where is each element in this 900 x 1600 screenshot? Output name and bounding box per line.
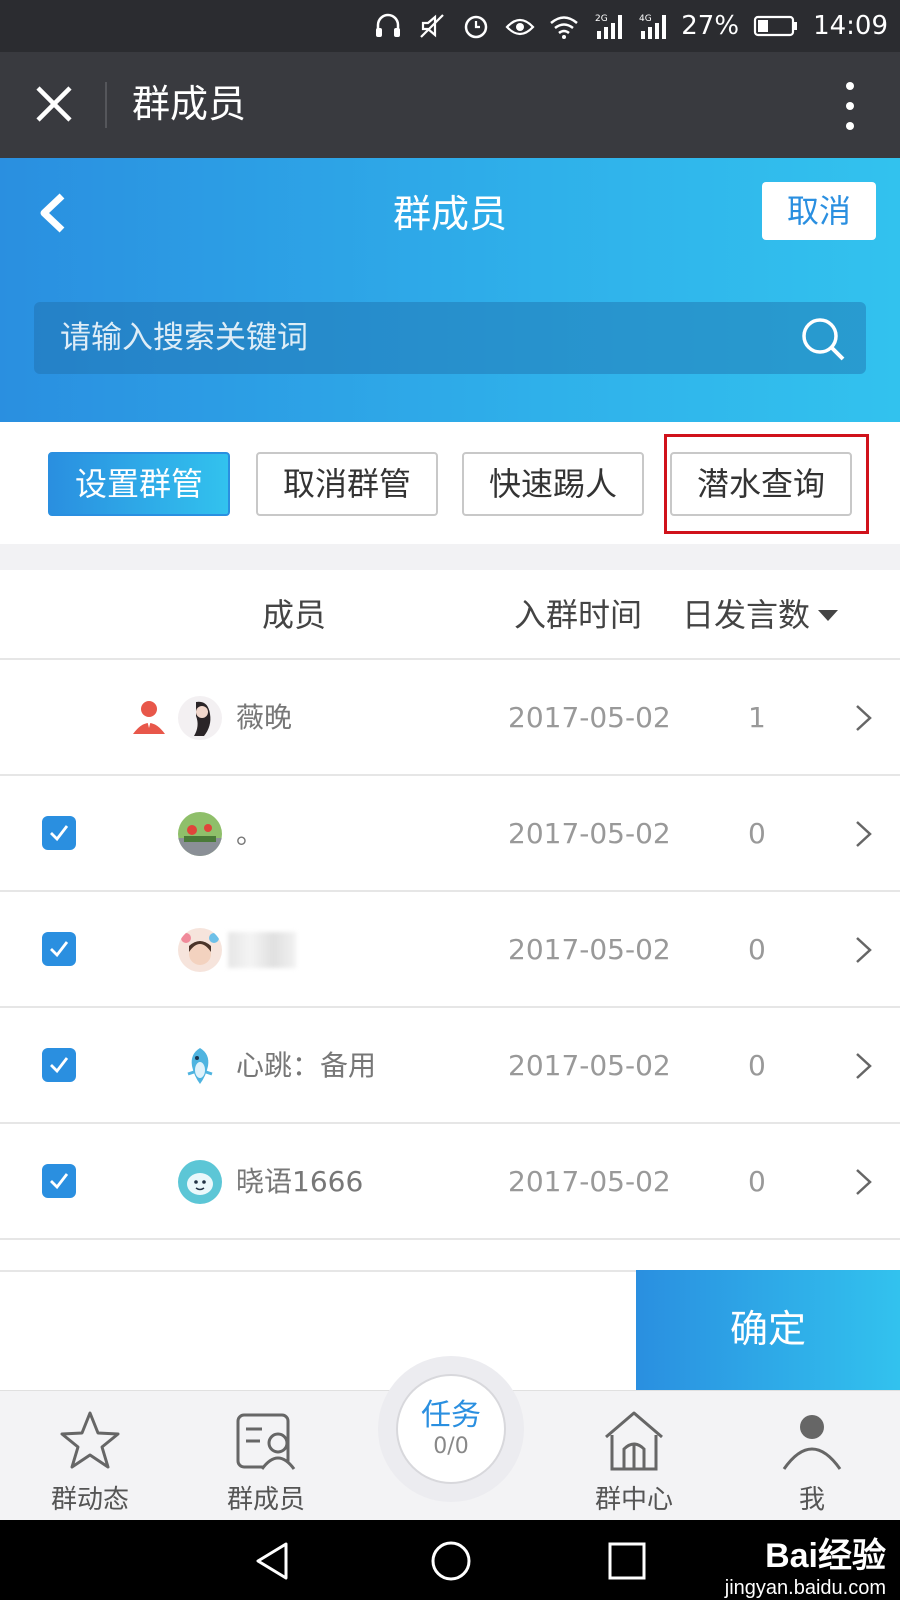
chevron-right-icon[interactable] [852,1048,876,1084]
signal-2g-icon: 2G [593,11,623,41]
title-bar: 群成员 [0,52,900,158]
chevron-right-icon[interactable] [852,816,876,852]
daily-count: 0 [748,933,766,966]
daily-count: 0 [748,1049,766,1082]
join-date: 2017-05-02 [508,701,671,734]
star-icon [60,1411,120,1469]
cancel-button[interactable]: 取消 [762,182,876,240]
action-buttons: 设置群管 取消群管 快速踢人 潜水查询 [0,422,900,544]
avatar [178,1044,222,1088]
search-input[interactable]: 请输入搜索关键词 [34,302,866,374]
avatar [178,928,222,972]
back-icon[interactable] [250,1538,296,1584]
table-row[interactable]: 。 2017-05-02 0 [0,776,900,892]
table-row[interactable]: 晓语1666 2017-05-02 0 [0,1124,900,1240]
avatar [178,1160,222,1204]
tab-label: 群成员 [226,1485,305,1515]
quick-kick-button[interactable]: 快速踢人 [462,452,644,516]
tab-group-feed[interactable]: 群动态 [20,1391,160,1521]
members-icon [236,1413,296,1470]
tab-group-center[interactable]: 群中心 [564,1391,704,1521]
task-count: 0/0 [433,1434,469,1459]
table-header: 成员 入群时间 日发言数 [0,570,900,660]
svg-text:2G: 2G [595,14,608,24]
task-label: 任务 [421,1398,481,1433]
join-date: 2017-05-02 [508,1165,671,1198]
set-admin-button[interactable]: 设置群管 [48,452,230,516]
table-row[interactable]: 心跳：备用 2017-05-02 0 [0,1008,900,1124]
join-date: 2017-05-02 [508,817,671,850]
sort-down-icon[interactable] [818,610,838,621]
search-icon[interactable] [798,314,848,364]
join-date: 2017-05-02 [508,933,671,966]
user-icon [782,1415,842,1470]
column-member[interactable]: 成员 [262,570,326,660]
recents-icon[interactable] [604,1538,650,1584]
section-divider [0,544,900,570]
member-name: 晓语1666 [236,1165,364,1198]
tab-me[interactable]: 我 [742,1391,882,1521]
alarm-icon [461,11,491,41]
baidu-watermark: Bai经验 jingyan.baidu.com [725,1528,886,1600]
group-owner-icon [130,698,168,736]
member-name: 薇晚 [236,701,293,734]
daily-count: 1 [748,701,766,734]
status-time: 14:09 [813,11,888,41]
checkbox[interactable] [42,816,76,850]
system-nav-bar: Bai经验 jingyan.baidu.com [0,1520,900,1600]
battery-icon [753,11,799,41]
checkbox[interactable] [42,1164,76,1198]
members-header: 群成员 取消 请输入搜索关键词 [0,158,900,422]
status-bar: 2G 4G 27% 14:09 [0,0,900,52]
daily-count: 0 [748,1165,766,1198]
cancel-admin-button[interactable]: 取消群管 [256,452,438,516]
blurred-name [228,932,296,968]
page-title: 群成员 [132,82,247,126]
highlight-box [664,434,869,534]
avatar [178,812,222,856]
svg-text:4G: 4G [639,14,652,24]
chevron-right-icon[interactable] [852,1164,876,1200]
headphones-icon [373,11,403,41]
house-icon [605,1411,663,1471]
daily-count: 0 [748,817,766,850]
table-row[interactable]: 2017-05-02 0 [0,892,900,1008]
avatar [178,696,222,740]
table-row[interactable]: 薇晚 2017-05-02 1 [0,660,900,776]
watermark-logo: Bai经验 [765,1537,886,1575]
eye-icon [505,11,535,41]
chevron-right-icon[interactable] [852,932,876,968]
tab-group-members[interactable]: 群成员 [196,1391,336,1521]
checkbox[interactable] [42,932,76,966]
column-join-time[interactable]: 入群时间 [514,570,642,660]
watermark-url: jingyan.baidu.com [724,1577,886,1599]
chevron-right-icon[interactable] [852,700,876,736]
battery-percent: 27% [681,11,740,41]
checkbox[interactable] [42,1048,76,1082]
member-name: 。 [236,817,265,850]
title-divider [105,82,107,128]
home-icon[interactable] [428,1538,474,1584]
member-name: 心跳：备用 [236,1049,377,1082]
wifi-icon [549,11,579,41]
tab-label: 群动态 [50,1485,129,1515]
close-icon[interactable] [30,80,78,128]
mute-icon [417,11,447,41]
tab-label: 我 [798,1485,825,1515]
confirm-button[interactable]: 确定 [636,1270,900,1392]
signal-4g-icon: 4G [637,11,667,41]
search-placeholder: 请输入搜索关键词 [60,320,308,356]
more-vertical-icon[interactable] [840,82,860,130]
join-date: 2017-05-02 [508,1049,671,1082]
task-button[interactable]: 任务 0/0 [396,1374,506,1484]
tab-label: 群中心 [594,1485,673,1515]
column-daily-posts[interactable]: 日发言数 [682,570,810,660]
